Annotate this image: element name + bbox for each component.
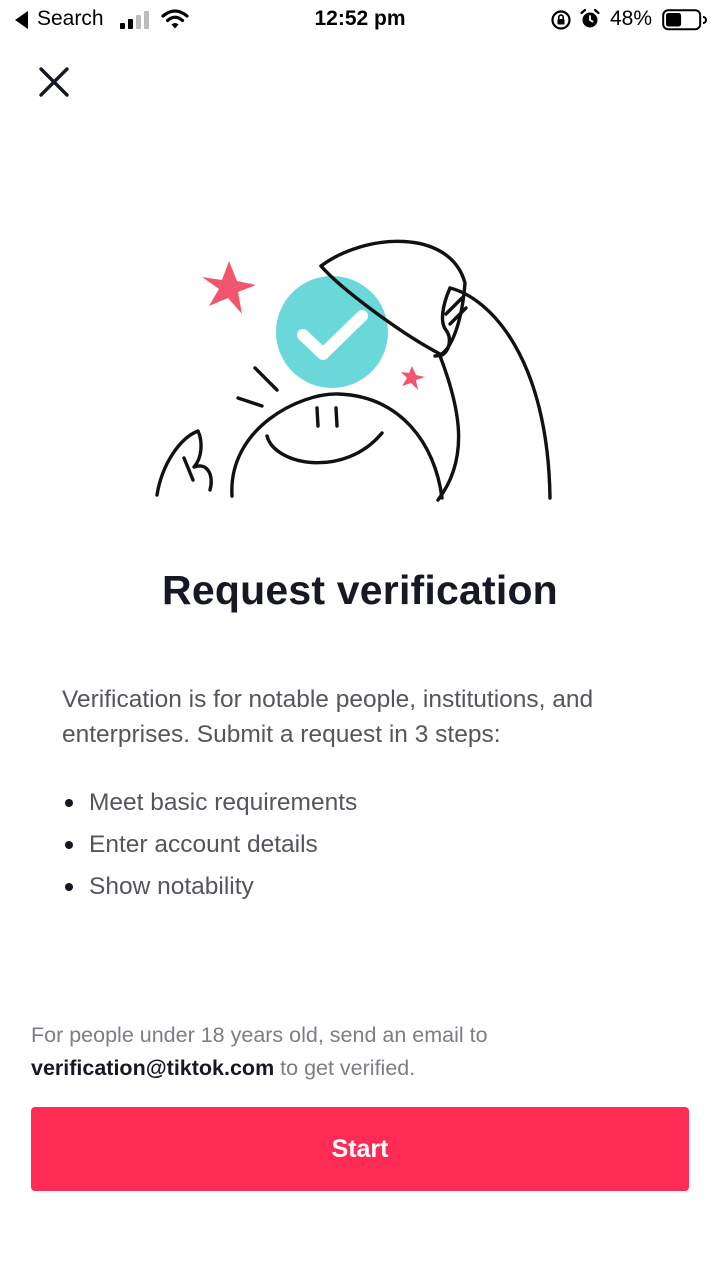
under-18-note: For people under 18 years old, send an e… — [31, 1019, 691, 1085]
status-bar: Search 12:52 pm 48% — [0, 0, 720, 40]
alarm-icon — [579, 8, 601, 35]
step-label: Meet basic requirements — [89, 789, 358, 816]
star-large-icon — [202, 261, 256, 314]
bullet-icon — [65, 841, 73, 849]
steps-list: Meet basic requirements Enter account de… — [62, 782, 357, 908]
bullet-icon — [65, 799, 73, 807]
step-label: Show notability — [89, 873, 254, 900]
check-badge-icon — [276, 276, 388, 388]
close-icon — [39, 67, 69, 97]
battery-percentage: 48% — [610, 7, 653, 30]
list-item: Meet basic requirements — [62, 782, 357, 824]
email-link[interactable]: verification@tiktok.com — [31, 1056, 274, 1080]
list-item: Show notability — [62, 866, 357, 908]
close-button[interactable] — [36, 64, 72, 100]
star-small-icon — [401, 366, 425, 390]
bullet-icon — [65, 883, 73, 891]
step-label: Enter account details — [89, 831, 318, 858]
verification-illustration — [155, 239, 552, 502]
intro-text: Verification is for notable people, inst… — [62, 686, 594, 748]
page-title: Request verification — [162, 567, 558, 613]
list-item: Enter account details — [62, 824, 357, 866]
start-button[interactable]: Start — [31, 1107, 689, 1191]
rotation-lock-icon — [550, 9, 572, 36]
note-suffix: to get verified. — [280, 1056, 416, 1080]
note-prefix: For people under 18 years old, send an e… — [31, 1023, 488, 1047]
battery-icon — [662, 8, 708, 37]
